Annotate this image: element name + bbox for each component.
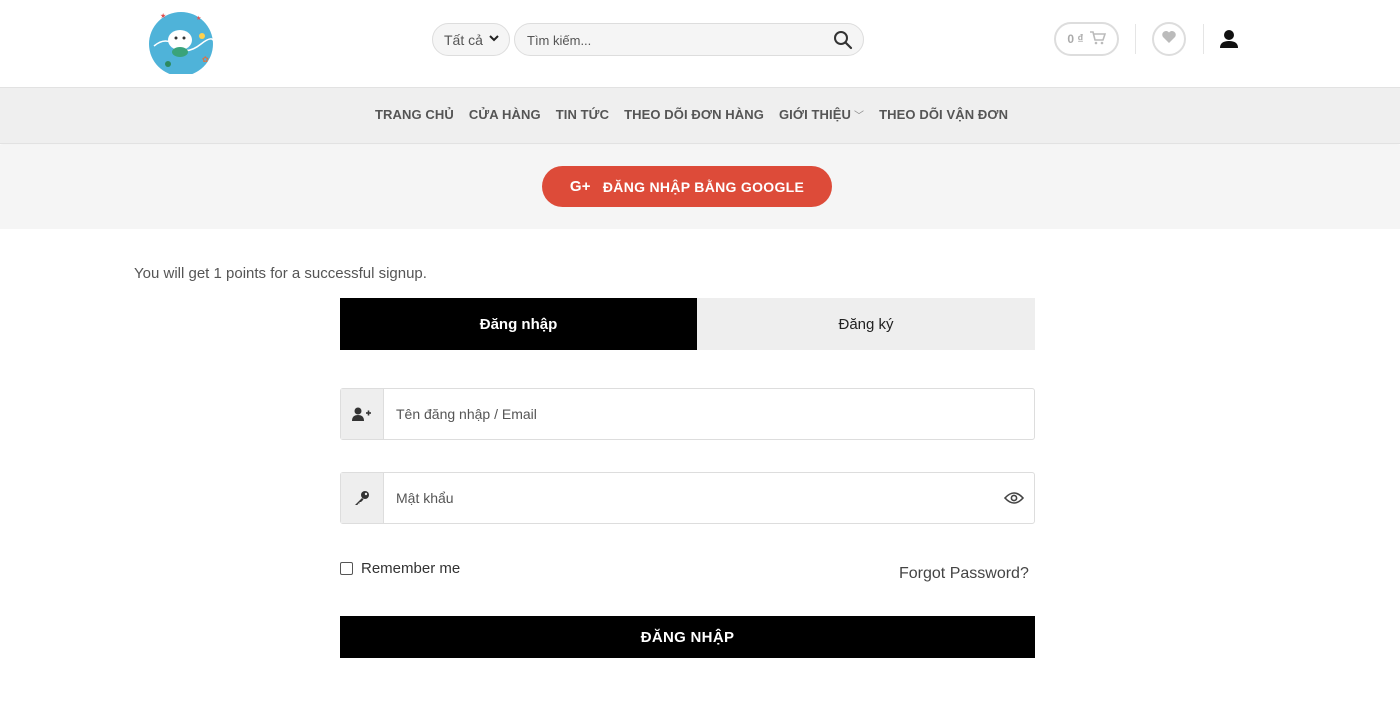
nav-item-order-tracking[interactable]: THEO DÕI ĐƠN HÀNG <box>624 107 764 122</box>
key-icon <box>341 473 384 523</box>
svg-text:✿: ✿ <box>202 55 209 64</box>
search-bar[interactable]: Tìm kiếm... <box>514 23 864 56</box>
nav-item-about[interactable]: GIỚI THIỆU ﹀ <box>779 107 864 122</box>
user-icon <box>1218 30 1240 54</box>
cart-button[interactable]: 0 ₫ <box>1054 22 1119 56</box>
remember-me[interactable]: Remember me <box>340 560 460 577</box>
nav-item-news[interactable]: TIN TỨC <box>556 107 609 122</box>
tab-login[interactable]: Đăng nhập <box>340 298 697 350</box>
remember-me-checkbox[interactable] <box>340 562 353 575</box>
svg-text:★: ★ <box>160 12 166 20</box>
cart-amount: 0 ₫ <box>1067 32 1084 46</box>
social-login-band: G+ ĐĂNG NHẬP BẰNG GOOGLE <box>0 145 1400 229</box>
user-plus-icon <box>341 389 384 439</box>
search-icon[interactable] <box>833 30 853 50</box>
google-login-button[interactable]: G+ ĐĂNG NHẬP BẰNG GOOGLE <box>542 166 832 207</box>
auth-tabs: Đăng nhập Đăng ký <box>340 298 1035 350</box>
tab-register[interactable]: Đăng ký <box>697 298 1035 350</box>
wishlist-button[interactable] <box>1152 22 1186 56</box>
google-plus-icon: G+ <box>569 178 591 195</box>
site-logo[interactable]: ★ ★ ✿ <box>146 6 216 76</box>
nav-item-home[interactable]: TRANG CHỦ <box>375 107 454 122</box>
remember-me-label: Remember me <box>361 560 461 577</box>
username-input[interactable]: Tên đăng nhập / Email <box>384 389 1034 439</box>
svg-text:★: ★ <box>196 15 201 22</box>
login-submit-button[interactable]: ĐĂNG NHẬP <box>340 616 1035 658</box>
chevron-down-icon <box>489 34 499 45</box>
forgot-password-link[interactable]: Forgot Password? <box>899 565 1029 583</box>
nav-item-shop[interactable]: CỬA HÀNG <box>469 107 541 122</box>
username-field[interactable]: Tên đăng nhập / Email <box>340 388 1035 440</box>
category-select[interactable]: Tất cả <box>432 23 510 56</box>
main-nav: TRANG CHỦ CỬA HÀNG TIN TỨC THEO DÕI ĐƠN … <box>0 87 1400 144</box>
chevron-down-icon: ﹀ <box>854 111 865 122</box>
search-input[interactable]: Tìm kiếm... <box>527 33 591 48</box>
password-input[interactable]: Mật khẩu <box>384 473 994 523</box>
nav-item-shipment-tracking[interactable]: THEO DÕI VẬN ĐƠN <box>879 107 1008 122</box>
account-button[interactable] <box>1218 28 1240 50</box>
show-password-eye-icon[interactable] <box>994 473 1034 523</box>
password-field[interactable]: Mật khẩu <box>340 472 1035 524</box>
cart-icon <box>1089 30 1106 48</box>
header-divider <box>1203 24 1204 54</box>
header-divider <box>1135 24 1136 54</box>
category-select-value: Tất cả <box>444 31 483 48</box>
signup-points-note: You will get 1 points for a successful s… <box>134 265 427 282</box>
site-header: ★ ★ ✿ Tất cả Tìm kiếm... 0 ₫ <box>0 0 1400 87</box>
google-login-label: ĐĂNG NHẬP BẰNG GOOGLE <box>602 178 805 195</box>
heart-icon <box>1161 30 1177 49</box>
